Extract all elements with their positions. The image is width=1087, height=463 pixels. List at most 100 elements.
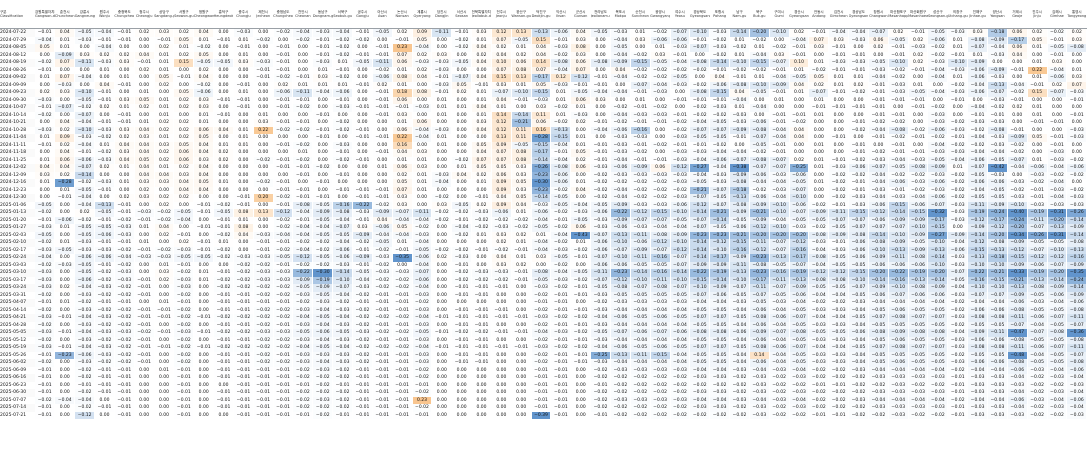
- heatmap-cell: 0.00: [590, 111, 611, 119]
- heatmap-cell: −0.02: [550, 314, 572, 322]
- heatmap-cell: −0.03: [94, 329, 115, 337]
- heatmap-cell: −0.01: [808, 411, 830, 419]
- heatmap-cell: 0.00: [213, 411, 234, 419]
- heatmap-cell: 0.06: [1007, 28, 1028, 37]
- heatmap-cell: −0.04: [412, 216, 433, 224]
- heatmap-cell: −0.03: [431, 59, 453, 67]
- heatmap-cell: −0.04: [670, 321, 691, 329]
- heatmap-cell: −0.07: [689, 126, 711, 134]
- heatmap-cell: −0.10: [868, 246, 889, 254]
- heatmap-cell: 0.01: [491, 104, 512, 112]
- heatmap-cell: −0.26: [1066, 209, 1087, 217]
- heatmap-cell: −0.07: [630, 216, 651, 224]
- heatmap-cell: −0.01: [868, 96, 889, 104]
- heatmap-cell: 0.02: [808, 81, 830, 89]
- row-header: 구분 Classification: [0, 0, 35, 29]
- heatmap-cell: −0.09: [967, 59, 988, 67]
- heatmap-cell: 0.04: [709, 74, 731, 82]
- heatmap-cell: 0.00: [54, 209, 76, 217]
- column-header: 전북특별자치도Jeollabuk-do: [471, 0, 492, 29]
- heatmap-cell: 0.04: [471, 126, 492, 134]
- heatmap-cell: −0.03: [808, 359, 830, 367]
- heatmap-cell: 0.00: [431, 389, 453, 397]
- heatmap-cell: −0.02: [332, 404, 353, 412]
- heatmap-cell: −0.04: [1047, 194, 1068, 202]
- heatmap-cell: −0.01: [590, 81, 611, 89]
- heatmap-cell: −0.03: [1007, 411, 1028, 419]
- heatmap-cell: 0.00: [233, 239, 254, 247]
- heatmap-cell: −0.03: [332, 104, 353, 112]
- heatmap-cell: −0.01: [114, 381, 135, 389]
- table-row: 2024-12-09 0.03 0.02 −0.14 0.00 0.00 0.04 0.04 0…: [0, 171, 1087, 179]
- heatmap-cell: −0.07: [769, 164, 790, 172]
- heatmap-cell: −0.35: [392, 254, 413, 262]
- heatmap-cell: −0.01: [372, 366, 393, 374]
- heatmap-cell: 0.00: [312, 104, 334, 112]
- heatmap-cell: −0.12: [650, 239, 671, 247]
- heatmap-cell: 0.00: [868, 141, 889, 149]
- heatmap-cell: 0.04: [54, 28, 76, 37]
- heatmap-cell: 0.00: [590, 51, 611, 59]
- heatmap-cell: 0.01: [570, 179, 592, 187]
- heatmap-cell: 0.00: [1027, 96, 1048, 104]
- heatmap-cell: −0.09: [1066, 291, 1087, 299]
- heatmap-cell: −0.01: [273, 201, 294, 209]
- heatmap-cell: −0.12: [868, 209, 889, 217]
- heatmap-cell: 0.00: [154, 381, 175, 389]
- heatmap-cell: −0.09: [987, 66, 1008, 74]
- heatmap-cell: −0.04: [670, 336, 691, 344]
- heatmap-cell: 0.00: [253, 224, 274, 232]
- heatmap-cell: −0.03: [908, 404, 929, 412]
- heatmap-cell: 0.00: [947, 111, 969, 119]
- heatmap-cell: 0.10: [491, 59, 512, 67]
- heatmap-cell: −0.05: [1047, 44, 1068, 52]
- column-header-en: Jeonju: [495, 14, 507, 18]
- heatmap-cell: −0.05: [630, 344, 651, 352]
- heatmap-cell: −0.06: [1007, 299, 1028, 307]
- heatmap-cell: −0.03: [709, 404, 731, 412]
- heatmap-cell: −0.02: [650, 404, 671, 412]
- heatmap-cell: 0.00: [332, 194, 353, 202]
- heatmap-cell: 0.09: [491, 141, 512, 149]
- heatmap-cell: −0.03: [610, 149, 631, 157]
- heatmap-cell: −0.02: [412, 389, 433, 397]
- heatmap-cell: −0.03: [967, 374, 988, 382]
- heatmap-cell: −0.02: [74, 104, 96, 112]
- heatmap-cell: −0.02: [590, 299, 611, 307]
- heatmap-cell: −0.02: [550, 51, 572, 59]
- heatmap-cell: −0.01: [173, 366, 195, 374]
- heatmap-cell: −0.06: [650, 344, 671, 352]
- heatmap-cell: −0.01: [451, 284, 473, 292]
- heatmap-cell: −0.09: [808, 209, 830, 217]
- heatmap-cell: −0.15: [908, 209, 929, 217]
- heatmap-cell: −0.02: [114, 216, 135, 224]
- heatmap-cell: −0.03: [888, 89, 909, 97]
- heatmap-cell: −0.01: [114, 111, 135, 119]
- heatmap-cell: −0.05: [273, 254, 294, 262]
- heatmap-cell: 0.00: [511, 306, 532, 314]
- heatmap-cell: −0.12: [967, 216, 988, 224]
- heatmap-cell: 0.02: [154, 126, 175, 134]
- heatmap-cell: −0.03: [570, 209, 592, 217]
- heatmap-cell: 0.02: [789, 28, 810, 37]
- heatmap-cell: −0.03: [253, 231, 274, 239]
- heatmap-cell: −0.04: [729, 359, 750, 367]
- heatmap-cell: −0.09: [1066, 224, 1087, 232]
- heatmap-cell: −0.05: [709, 134, 731, 142]
- heatmap-cell: −0.13: [967, 254, 988, 262]
- heatmap-cell: 0.04: [233, 231, 254, 239]
- heatmap-cell: −0.04: [650, 336, 671, 344]
- heatmap-cell: −0.04: [769, 321, 790, 329]
- heatmap-cell: 0.00: [412, 111, 433, 119]
- heatmap-cell: −0.05: [412, 246, 433, 254]
- heatmap-cell: −0.04: [749, 51, 770, 59]
- heatmap-cell: −0.05: [947, 276, 969, 284]
- heatmap-cell: −0.04: [173, 216, 195, 224]
- heatmap-cell: −0.03: [630, 396, 651, 404]
- heatmap-cell: −0.09: [610, 216, 631, 224]
- heatmap-cell: −0.08: [1007, 306, 1028, 314]
- heatmap-cell: −0.04: [531, 329, 552, 337]
- heatmap-cell: −0.01: [630, 119, 651, 127]
- heatmap-cell: −0.01: [213, 366, 234, 374]
- heatmap-cell: −0.03: [670, 44, 691, 52]
